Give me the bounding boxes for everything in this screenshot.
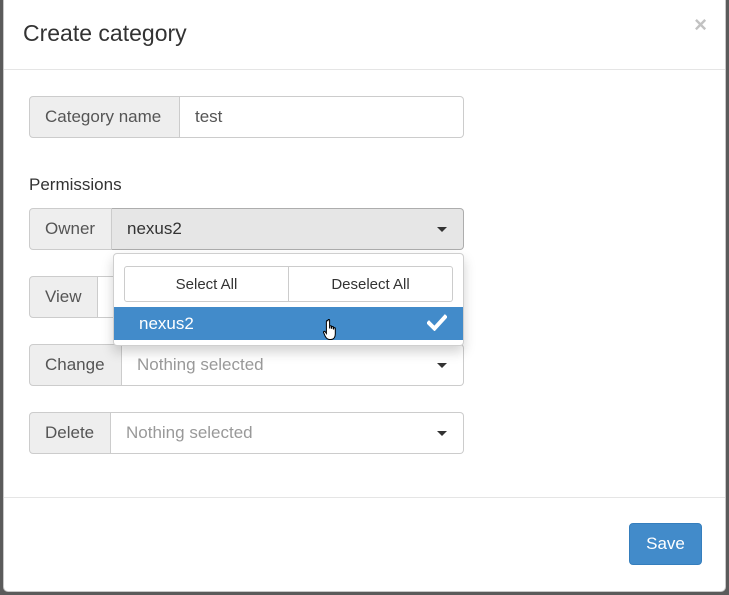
modal-footer xyxy=(4,497,725,498)
delete-group: Delete Nothing selected xyxy=(29,412,464,454)
save-button[interactable]: Save xyxy=(629,523,702,565)
owner-label: Owner xyxy=(29,208,112,250)
owner-group: Owner nexus2 xyxy=(29,208,464,250)
category-name-label: Category name xyxy=(29,96,180,138)
deselect-all-button[interactable]: Deselect All xyxy=(289,266,453,302)
owner-select[interactable]: nexus2 xyxy=(112,208,464,250)
permissions-label: Permissions xyxy=(29,175,122,194)
create-category-dialog: Create category × Category name Permissi… xyxy=(3,0,726,592)
check-icon xyxy=(426,314,448,336)
close-icon[interactable]: × xyxy=(694,14,707,36)
change-select[interactable]: Nothing selected xyxy=(122,344,464,386)
change-label: Change xyxy=(29,344,122,386)
caret-down-icon xyxy=(437,227,447,232)
select-all-button[interactable]: Select All xyxy=(124,266,289,302)
modal-header: Create category × xyxy=(4,0,725,70)
dropdown-option-nexus2[interactable]: nexus2 xyxy=(114,307,463,340)
caret-down-icon xyxy=(437,431,447,436)
bulk-actions: Select All Deselect All xyxy=(124,266,453,302)
delete-placeholder: Nothing selected xyxy=(126,423,253,442)
hand-pointer-icon xyxy=(323,318,339,346)
owner-selected-value: nexus2 xyxy=(127,219,182,238)
delete-label: Delete xyxy=(29,412,111,454)
delete-select[interactable]: Nothing selected xyxy=(111,412,464,454)
category-name-group: Category name xyxy=(29,96,464,138)
category-name-input[interactable] xyxy=(180,96,464,138)
owner-dropdown-menu: Select All Deselect All nexus2 xyxy=(113,253,464,346)
caret-down-icon xyxy=(437,363,447,368)
option-label: nexus2 xyxy=(139,313,194,333)
view-label: View xyxy=(29,276,98,318)
modal-title: Create category xyxy=(23,20,187,46)
change-placeholder: Nothing selected xyxy=(137,355,264,374)
change-group: Change Nothing selected xyxy=(29,344,464,386)
